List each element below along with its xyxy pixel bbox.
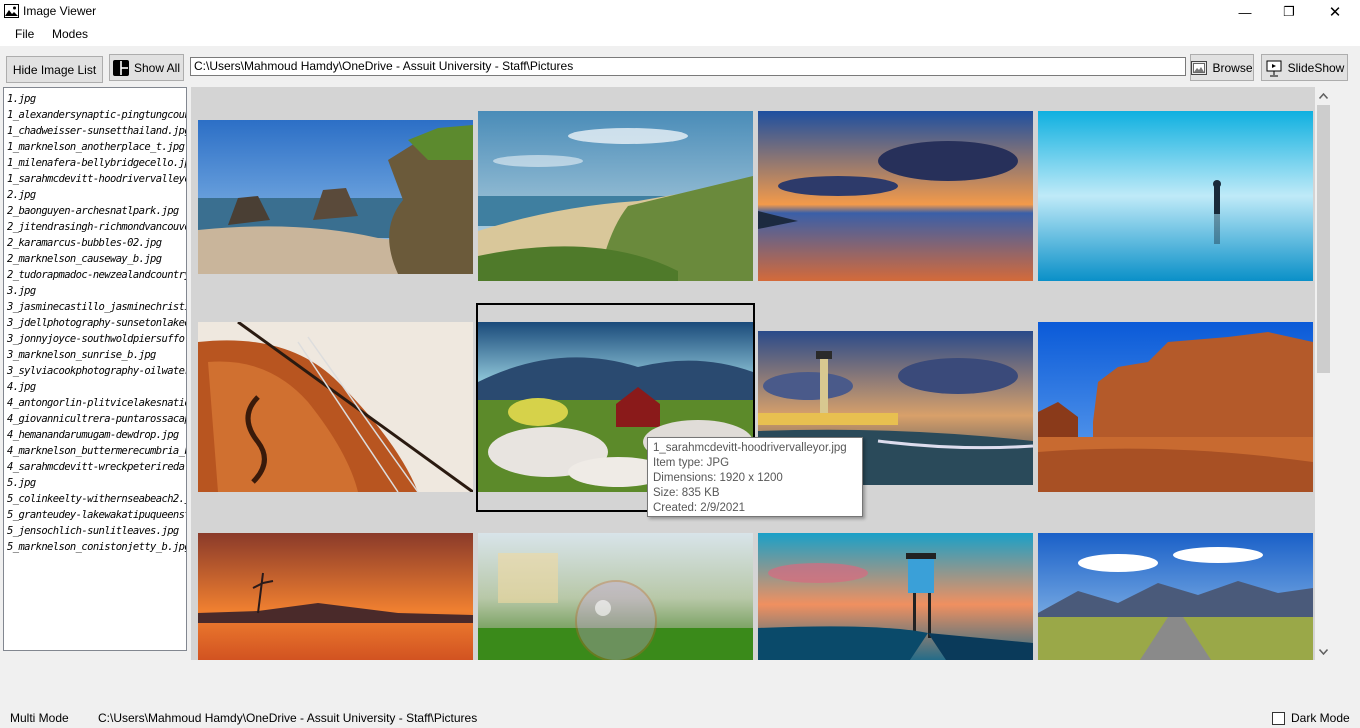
thumbnail-image [198,322,473,492]
thumbnail-image [1038,322,1313,492]
list-item[interactable]: 1.jpg [4,91,186,107]
list-item[interactable]: 1_milenafera-bellybridgecello.jpg [4,155,186,171]
list-item[interactable]: 2_jitendrasingh-richmondvancouver.jpg [4,219,186,235]
thumbnail-image [758,111,1033,281]
hide-image-list-button[interactable]: Hide Image List [6,56,103,83]
thumbnail-mountain-valley-road[interactable] [1038,533,1313,660]
vertical-scrollbar[interactable] [1315,87,1332,660]
list-item[interactable]: 5_granteudey-lakewakatipuqueensto [4,507,186,523]
list-item[interactable]: 1_chadweisser-sunsetthailand.jpg [4,123,186,139]
list-item[interactable]: 1_sarahmcdevitt-hoodrivervalleyor.jpg [4,171,186,187]
maximize-button[interactable]: ❐ [1266,0,1312,24]
maximize-icon: ❐ [1283,4,1295,19]
slideshow-label: SlideShow [1287,60,1345,75]
thumbnail-pier-tower-sunset[interactable] [758,533,1033,660]
close-icon: ✕ [1328,4,1342,21]
scroll-up-icon[interactable] [1315,87,1332,104]
dark-mode-label: Dark Mode [1291,711,1350,725]
path-input[interactable]: C:\Users\Mahmoud Hamdy\OneDrive - Assuit… [190,57,1186,76]
thumbnail-image [198,120,473,274]
menu-bar: File Modes [0,24,1360,46]
browse-button[interactable]: Browse [1190,54,1254,81]
thumbnail-image [478,533,753,660]
tooltip-filename: 1_sarahmcdevitt-hoodrivervalleyor.jpg [653,442,847,454]
image-viewer-icon [4,4,19,18]
list-item[interactable]: 2_tudorapmadoc-newzealandcountry [4,267,186,283]
list-item[interactable]: 3_jasminecastillo_jasminechristinepho [4,299,186,315]
projector-icon [1266,60,1282,76]
list-item[interactable]: 5_jensochlich-sunlitleaves.jpg [4,523,186,539]
image-info-tooltip: 1_sarahmcdevitt-hoodrivervalleyor.jpg It… [647,437,863,517]
list-item[interactable]: 3_sylviacookphotography-oilwaterbu [4,363,186,379]
thumbnail-image [1038,111,1313,281]
list-item[interactable]: 5.jpg [4,475,186,491]
scroll-thumb[interactable] [1317,105,1330,373]
thumbnail-person-reflection[interactable] [1038,111,1313,281]
list-item[interactable]: 3_marknelson_sunrise_b.jpg [4,347,186,363]
thumbnail-violin-closeup[interactable] [198,322,473,492]
list-item[interactable]: 1_marknelson_anotherplace_t.jpg [4,139,186,155]
status-bar: Multi Mode C:\Users\Mahmoud Hamdy\OneDri… [0,708,1360,728]
status-mode: Multi Mode [10,711,69,725]
list-item[interactable]: 4_antongorlin-plitvicelakesnationalpa [4,395,186,411]
status-path: C:\Users\Mahmoud Hamdy\OneDrive - Assuit… [98,711,478,725]
thumbnail-image [198,533,473,660]
thumbnail-coast-dunes[interactable] [478,111,753,281]
thumbnail-image [478,111,753,281]
minimize-button[interactable]: — [1222,0,1268,24]
list-item[interactable]: 4.jpg [4,379,186,395]
menu-file[interactable]: File [15,27,34,41]
list-item[interactable]: 3.jpg [4,283,186,299]
title-bar: Image Viewer — ❐ ✕ [0,0,1360,24]
show-all-label: Show All [133,60,181,75]
thumbnail-red-rock-cliffs[interactable] [1038,322,1313,492]
grid-icon [112,59,129,76]
list-item[interactable]: 3_jdellphotography-sunsetonlakeerie [4,315,186,331]
thumbnail-orange-sunset-lake[interactable] [198,533,473,660]
slideshow-button[interactable]: SlideShow [1261,54,1348,81]
thumbnail-bubble-grass[interactable] [478,533,753,660]
hide-image-list-label: Hide Image List [12,62,97,77]
thumbnail-image [1038,533,1313,660]
list-item[interactable]: 3_jonnyjoyce-southwoldpiersuffolk [4,331,186,347]
list-item[interactable]: 5_colinkeelty-withernseabeach2.jpg [4,491,186,507]
folder-image-icon [1191,60,1208,75]
list-item[interactable]: 4_giovannicultrera-puntarossacapre [4,411,186,427]
thumbnail-beach-rocks[interactable] [198,120,473,274]
list-item[interactable]: 4_marknelson_buttermerecumbria_b [4,443,186,459]
list-item[interactable]: 2_karamarcus-bubbles-02.jpg [4,235,186,251]
browse-label: Browse [1212,60,1253,75]
tooltip-dimensions: Dimensions: 1920 x 1200 [653,472,783,484]
list-item[interactable]: 2_baonguyen-archesnatlpark.jpg [4,203,186,219]
list-item[interactable]: 4_hemanandarumugam-dewdrop.jpg [4,427,186,443]
image-list[interactable]: 1.jpg 1_alexandersynaptic-pingtungcounty 1… [3,87,187,651]
close-button[interactable]: ✕ [1312,0,1358,24]
menu-modes[interactable]: Modes [52,27,88,41]
list-item[interactable]: 4_sarahmcdevitt-wreckpeteriredalel [4,459,186,475]
tooltip-type: Item type: JPG [653,457,730,469]
minimize-icon: — [1238,4,1252,20]
dark-mode-toggle[interactable]: Dark Mode [1272,711,1350,725]
thumbnail-grid[interactable] [191,87,1315,660]
tooltip-size: Size: 835 KB [653,487,720,499]
thumbnail-image [758,533,1033,660]
show-all-button[interactable]: Show All [109,54,184,81]
tooltip-created: Created: 2/9/2021 [653,502,746,514]
toolbar: Hide Image List Show All C:\Users\Mahmou… [0,46,1360,86]
list-item[interactable]: 1_alexandersynaptic-pingtungcounty [4,107,186,123]
dark-mode-checkbox[interactable] [1272,711,1285,725]
list-item[interactable]: 5_marknelson_conistonjetty_b.jpg [4,539,186,555]
thumbnail-sunset-clouds-lake[interactable] [758,111,1033,281]
scroll-down-icon[interactable] [1315,643,1332,660]
window-title: Image Viewer [23,4,97,18]
list-item[interactable]: 2.jpg [4,187,186,203]
list-item[interactable]: 2_marknelson_causeway_b.jpg [4,251,186,267]
